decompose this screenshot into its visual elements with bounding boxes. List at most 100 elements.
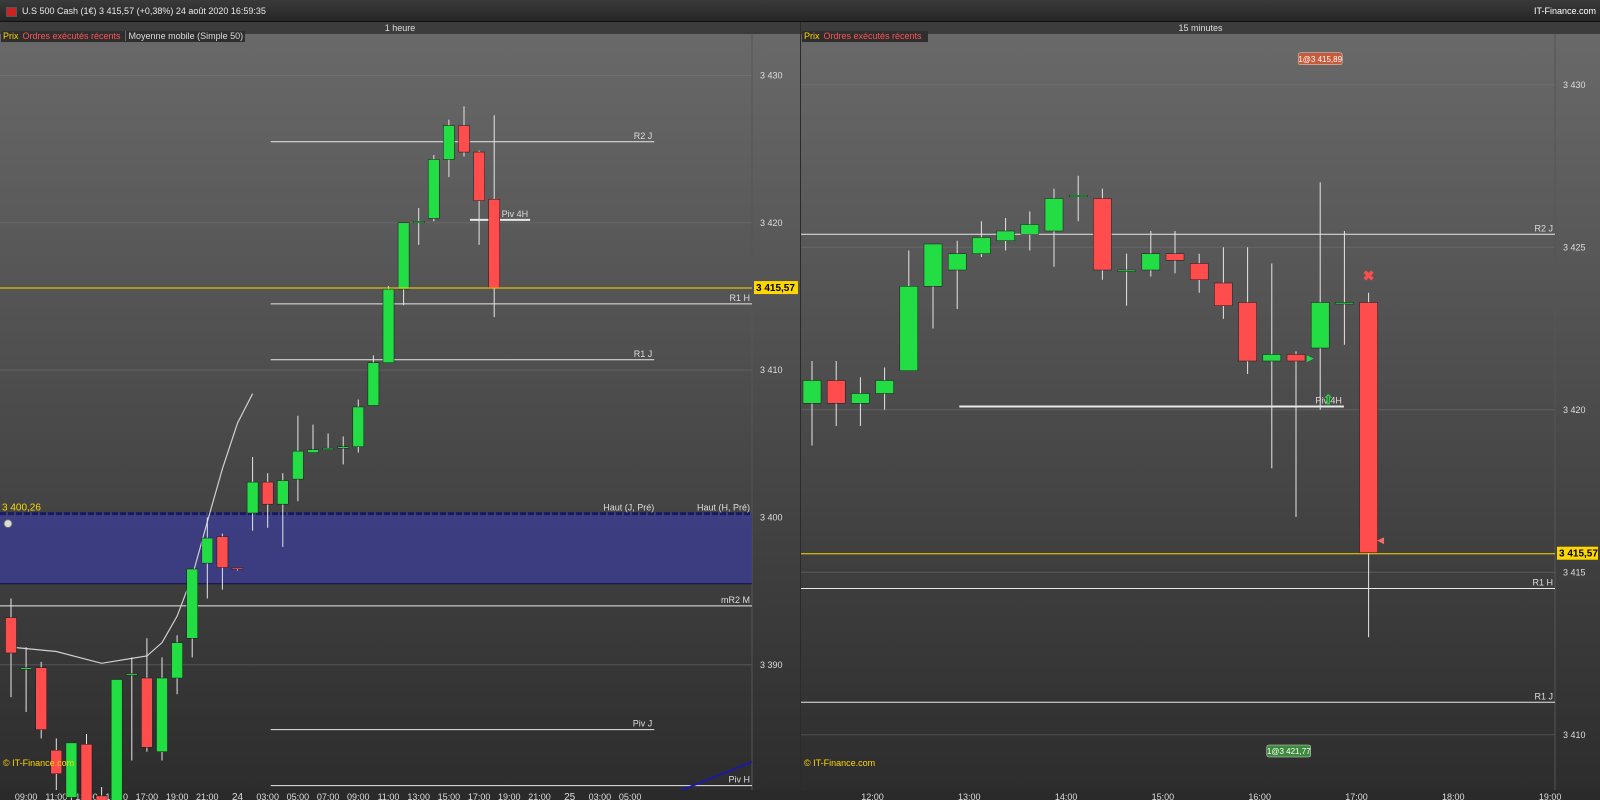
candle-body bbox=[851, 393, 870, 404]
x-tick-label: 11:00 bbox=[378, 792, 400, 800]
candle-body bbox=[1093, 198, 1112, 271]
candle-body bbox=[337, 446, 349, 449]
candle-body bbox=[367, 362, 380, 406]
candle-body bbox=[899, 286, 919, 371]
x-tick-label: 15:00 bbox=[1152, 792, 1175, 800]
candle-body bbox=[1165, 253, 1185, 261]
pivot-level-label: R1 J bbox=[634, 349, 653, 359]
chart-panel-1h[interactable]: 3 390 3 400 3 410 3 420 3 430 09:00 11:00 13:00… bbox=[0, 22, 800, 800]
legend-ma[interactable]: Moyenne mobile (Simple 50) bbox=[124, 31, 244, 41]
x-tick-label: 25 bbox=[564, 792, 576, 800]
y-tick-label: 3 430 bbox=[1563, 80, 1586, 90]
y-tick-label: 3 390 bbox=[760, 660, 783, 670]
order-label: 1@3 421,77 bbox=[1267, 747, 1311, 756]
band-label: Haut (H, Pré) bbox=[697, 503, 750, 513]
x-tick-label: 16:00 bbox=[1248, 792, 1271, 800]
current-price-label: 3 415,57 bbox=[756, 283, 795, 294]
candle-body bbox=[156, 677, 168, 752]
x-tick-label: 05:00 bbox=[619, 792, 642, 800]
candle-body bbox=[1141, 253, 1161, 271]
candle-body bbox=[35, 667, 47, 730]
chart-panel-15m[interactable]: 3 410 3 415 3 420 3 425 3 430 12:00 13:00 14:00… bbox=[801, 22, 1600, 800]
legend-orders[interactable]: Ordres exécutés récents bbox=[824, 31, 922, 41]
candle-body bbox=[875, 380, 894, 394]
y-tick-label: 3 420 bbox=[1563, 405, 1586, 415]
candle-body bbox=[322, 447, 334, 450]
candle-body bbox=[277, 480, 289, 505]
buy-arrow-icon: ⇧ bbox=[1323, 392, 1334, 407]
candle-body bbox=[473, 151, 485, 201]
x-tick-label: 24 bbox=[232, 792, 244, 800]
y-tick-label: 3 400 bbox=[760, 512, 783, 522]
y-tick-label: 3 430 bbox=[760, 70, 783, 80]
flag-icon bbox=[6, 7, 17, 17]
legend-orders[interactable]: Ordres exécutés récents bbox=[23, 31, 121, 41]
candle-body bbox=[458, 125, 470, 153]
x-tick-label: 03:00 bbox=[256, 792, 279, 800]
x-tick-label: 09:00 bbox=[347, 792, 370, 800]
pivot-level-label: R2 J bbox=[634, 131, 653, 141]
candle-body bbox=[826, 380, 846, 404]
candle-body bbox=[1262, 354, 1282, 362]
x-axis-bar bbox=[801, 790, 1600, 800]
pivot-level-label: Piv J bbox=[633, 719, 653, 729]
resistance-band bbox=[0, 513, 752, 584]
x-tick-label: 19:00 bbox=[498, 792, 521, 800]
candle-body bbox=[443, 125, 455, 160]
x-tick-label: 19:00 bbox=[166, 792, 189, 800]
pivot-level-label: mR2 M bbox=[721, 595, 750, 605]
candle-body bbox=[246, 481, 259, 514]
candle-body bbox=[65, 742, 78, 798]
brand-link[interactable]: IT-Finance.com bbox=[1534, 6, 1596, 16]
x-tick-label: 07:00 bbox=[317, 792, 340, 800]
x-tick-label: 18:00 bbox=[1442, 792, 1465, 800]
candle-body bbox=[126, 673, 138, 676]
x-tick-label: 12:00 bbox=[861, 792, 884, 800]
candle-body bbox=[972, 237, 991, 254]
x-tick-label: 13:00 bbox=[407, 792, 430, 800]
candle-body bbox=[201, 537, 214, 564]
y-tick-label: 3 415 bbox=[1563, 567, 1586, 577]
band-label: Haut (J, Pré) bbox=[603, 503, 654, 513]
x-tick-label: 05:00 bbox=[287, 792, 310, 800]
x-tick-label: 19:00 bbox=[1539, 792, 1562, 800]
x-tick-label: 17:00 bbox=[136, 792, 159, 800]
candle-body bbox=[1020, 224, 1040, 235]
chart-15m[interactable]: 3 410 3 415 3 420 3 425 3 430 12:00 13:00 14:00… bbox=[801, 22, 1600, 800]
candle-body bbox=[996, 230, 1015, 241]
instrument-header: U.S 500 Cash (1€) 3 415,57 (+0,38%) 24 a… bbox=[22, 6, 266, 16]
candle-body bbox=[1068, 195, 1088, 197]
candle-body bbox=[1335, 302, 1354, 305]
pivot-level-label: R1 H bbox=[729, 293, 750, 303]
x-tick-label: 03:00 bbox=[589, 792, 612, 800]
legend-prix[interactable]: Prix bbox=[804, 31, 820, 41]
candle-body bbox=[1359, 302, 1378, 553]
x-tick-label: 17:00 bbox=[468, 792, 491, 800]
y-tick-label: 3 410 bbox=[1563, 730, 1586, 740]
candle-body bbox=[947, 253, 967, 271]
pivot-level-label: Piv 4H bbox=[502, 209, 529, 219]
candle-body bbox=[1214, 282, 1233, 306]
candle-body bbox=[231, 567, 244, 570]
candle-body bbox=[923, 243, 943, 287]
candle-body bbox=[1286, 354, 1306, 362]
candle-body bbox=[216, 536, 229, 568]
copyright: © IT-Finance.com bbox=[804, 758, 876, 768]
exit-marker-icon: ◀ bbox=[1377, 535, 1384, 545]
pivot-level-label: R2 J bbox=[1534, 223, 1553, 233]
candle-body bbox=[428, 159, 440, 219]
pivot-level-label: R1 H bbox=[1532, 578, 1553, 588]
pivot-level-label: Piv H bbox=[728, 775, 750, 785]
candle-body bbox=[382, 288, 395, 364]
y-tick-label: 3 420 bbox=[760, 218, 783, 228]
x-tick-label: 14:00 bbox=[1055, 792, 1078, 800]
pivot-level-label: R1 J bbox=[1534, 691, 1553, 701]
entry-marker-icon: ▶ bbox=[1307, 353, 1314, 363]
candle-body bbox=[5, 617, 17, 654]
chart-1h[interactable]: 3 390 3 400 3 410 3 420 3 430 09:00 11:00 13:00… bbox=[0, 22, 800, 800]
candle-body bbox=[141, 677, 153, 748]
candle-body bbox=[186, 568, 198, 639]
legend-prix[interactable]: Prix bbox=[3, 31, 19, 41]
x-tick-label: 09:00 bbox=[15, 792, 38, 800]
candle-body bbox=[95, 795, 108, 800]
